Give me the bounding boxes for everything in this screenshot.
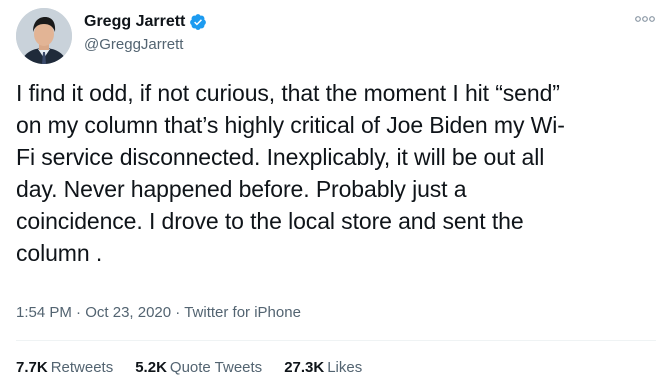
divider [16,340,656,341]
retweets-stat[interactable]: 7.7K Retweets [16,359,113,376]
tweet-time[interactable]: 1:54 PM [16,304,72,321]
tweet-text: I find it odd, if not curious, that the … [16,77,666,269]
tweet-text-line: I find it odd, if not curious, that the … [16,80,560,106]
tweet-text-line: on my column that’s highly critical of J… [16,112,565,138]
quote-tweets-count: 5.2K [135,359,167,376]
retweets-count: 7.7K [16,359,48,376]
retweets-label: Retweets [50,359,114,376]
meta-separator: · [76,304,86,321]
tweet-text-line: Fi service disconnected. Inexplicably, i… [16,144,545,170]
more-options-icon[interactable] [634,8,656,30]
tweet-card: Gregg Jarrett @GreggJarrett I find it od… [0,0,672,378]
quote-tweets-label: Quote Tweets [169,359,263,376]
tweet-date[interactable]: Oct 23, 2020 [85,304,171,321]
author-display-name[interactable]: Gregg Jarrett [84,13,185,31]
tweet-text-line: coincidence. I drove to the local store … [16,208,524,234]
tweet-source[interactable]: Twitter for iPhone [184,304,301,321]
likes-label: Likes [327,359,363,376]
author-name-row[interactable]: Gregg Jarrett [84,13,207,31]
quote-tweets-stat[interactable]: 5.2K Quote Tweets [135,359,262,376]
tweet-text-line: column . [16,240,103,266]
avatar[interactable] [16,8,72,64]
tweet-metadata: 1:54 PM · Oct 23, 2020 · Twitter for iPh… [16,304,301,321]
engagement-stats: 7.7K Retweets 5.2K Quote Tweets 27.3K Likes [16,359,362,376]
author-handle[interactable]: @GreggJarrett [84,36,183,53]
likes-count: 27.3K [284,359,325,376]
profile-photo-icon [16,8,72,64]
meta-separator: · [175,304,185,321]
verified-badge-icon [189,13,207,31]
likes-stat[interactable]: 27.3K Likes [284,359,362,376]
tweet-text-line: day. Never happened before. Probably jus… [16,176,467,202]
